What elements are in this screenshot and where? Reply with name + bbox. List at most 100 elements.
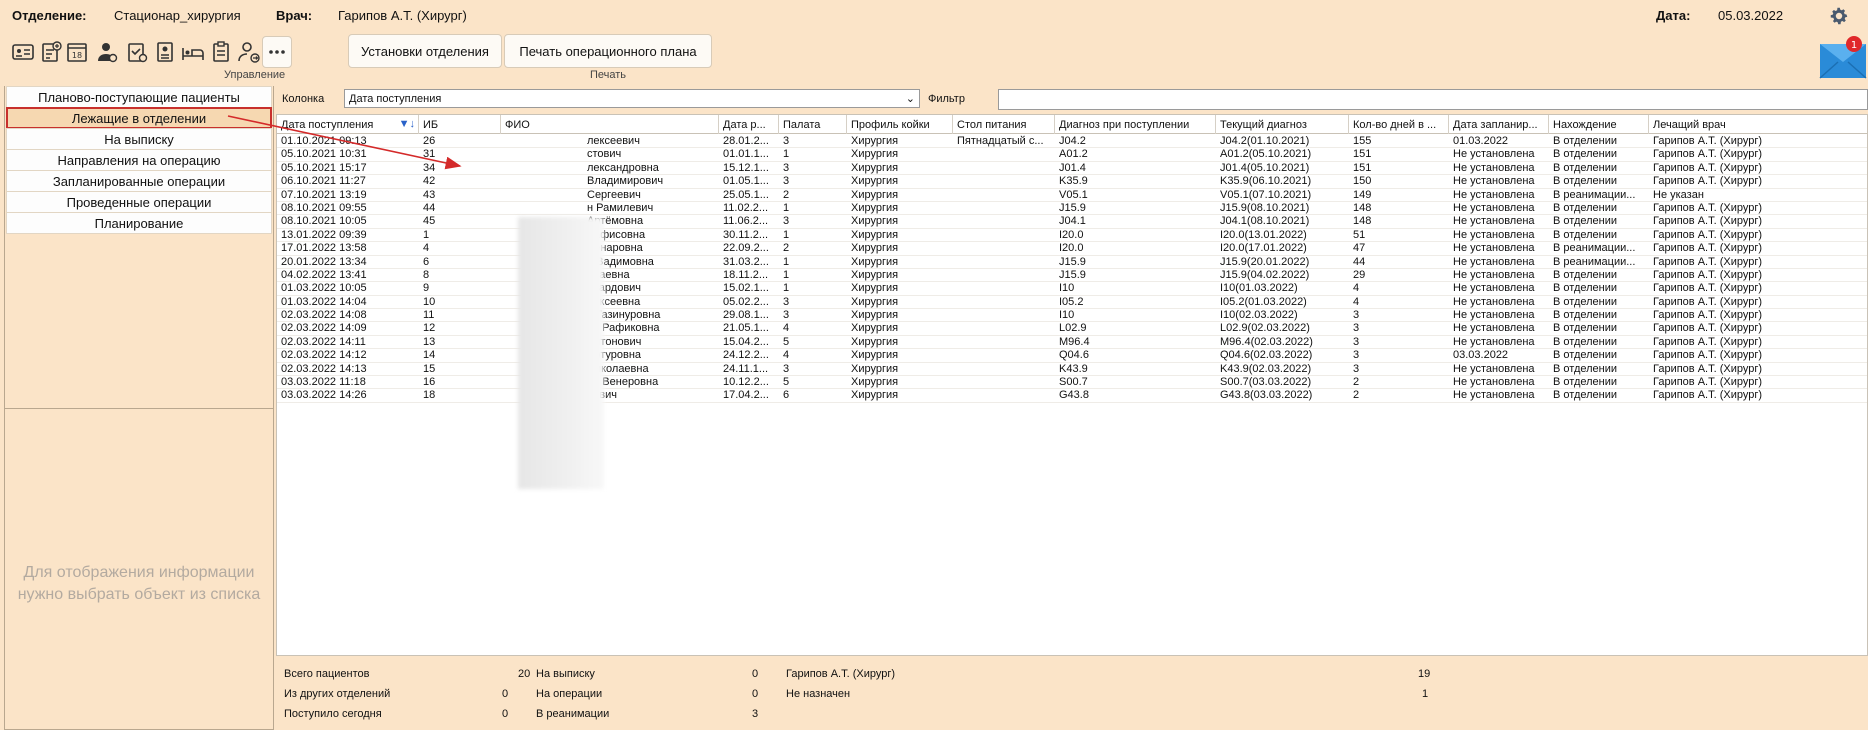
table-cell: 34 [423, 161, 436, 174]
table-cell: 29 [1353, 268, 1366, 281]
nav-item-inpatients[interactable]: Лежащие в отделении [6, 107, 272, 129]
doc1-label: Гарипов А.Т. (Хирург) [786, 668, 896, 680]
header-fio[interactable]: ФИО [501, 115, 719, 134]
table-row[interactable]: 13.01.2022 09:39 1 Рафисовна 30.11.2... 1 Хир… [277, 228, 1867, 243]
table-row[interactable]: 17.01.2022 13:58 4 Ленаровна 22.09.2... 2 Хир… [277, 242, 1867, 256]
table-row[interactable]: 03.03.2022 14:2618еевич17.04.2...6Хирург… [277, 389, 1867, 403]
nav-item-planned-surgeries[interactable]: Запланированные операции [6, 170, 272, 192]
header-birth-date[interactable]: Дата р... [719, 115, 779, 134]
table-cell: Не установлена [1453, 362, 1535, 375]
nav-item-planning[interactable]: Планирование [6, 212, 272, 234]
nav-item-planned-patients[interactable]: Планово-поступающие пациенты [6, 86, 272, 108]
doctor-icon[interactable] [92, 36, 122, 68]
header-current-diagnosis[interactable]: Текущий диагноз [1216, 115, 1349, 134]
nav-item-surgery-referrals[interactable]: Направления на операцию [6, 149, 272, 171]
table-cell: В отделении [1553, 389, 1618, 402]
header-diet[interactable]: Стол питания [953, 115, 1055, 134]
table-cell: 3 [783, 362, 790, 375]
table-row[interactable]: 05.10.2021 10:31 31 стович 01.01.1... 1 Хирур… [277, 148, 1867, 162]
filter-label: Фильтр [928, 93, 965, 105]
header-ward[interactable]: Палата [779, 115, 847, 134]
table-row[interactable]: 02.03.2022 14:13 15 Николаевна 24.11.1... 3 Х… [277, 362, 1867, 377]
table-cell: 2 [783, 242, 790, 255]
mail-badge: 1 [1851, 40, 1857, 51]
nav-item-performed-surgeries[interactable]: Проведенные операции [6, 191, 272, 213]
table-row[interactable]: 02.03.2022 14:08 11 а Газинуровна 29.08.1..… [277, 309, 1867, 323]
table-row[interactable]: 02.03.2022 14:12 14 Артуровна 24.12.2... 4 Хи… [277, 349, 1867, 363]
header-location[interactable]: Нахождение [1549, 115, 1649, 134]
calendar-18-icon[interactable]: 18 [62, 36, 92, 68]
table-row[interactable]: 02.03.2022 14:11 13 Антонович 15.04.2... 5 Хи… [277, 335, 1867, 350]
toolbar: 18 Установки отделения Печать операционн… [0, 32, 1868, 86]
table-cell: 02.03.2022 14:09 [281, 322, 367, 335]
header-days-count[interactable]: Кол-во дней в ... [1349, 115, 1449, 134]
table-cell: Хирургия [851, 242, 899, 255]
mail-icon[interactable]: 1 [1818, 36, 1868, 82]
table-cell: В отделении [1553, 309, 1618, 322]
table-cell: 6 [423, 255, 430, 268]
table-cell: 43 [423, 188, 436, 201]
table-cell: 08.10.2021 09:55 [281, 201, 367, 214]
clipboard-icon[interactable] [206, 36, 236, 68]
doctor-label: Врач: [276, 8, 313, 23]
table-cell: 24.11.1... [723, 362, 769, 375]
filter-input[interactable] [998, 89, 1868, 110]
table-cell: 30.11.2... [723, 228, 769, 241]
header-ib[interactable]: ИБ [419, 115, 501, 134]
header-bed-profile[interactable]: Профиль койки [847, 115, 953, 134]
more-icon[interactable] [262, 36, 292, 68]
table-row[interactable]: 01.10.2021 09:13 26 лексеевич 28.01.2... 3 Хи… [277, 135, 1867, 149]
table-row[interactable]: 01.03.2022 14:04 10 лексеевна 05.02.2... 3 Хи… [277, 295, 1867, 310]
table-cell: Не указан [1653, 188, 1704, 201]
table-cell: лександровна [587, 161, 659, 174]
table-cell: 05.02.2... [723, 295, 769, 308]
nav-item-discharge[interactable]: На выписку [6, 128, 272, 150]
table-cell: 11.06.2... [723, 215, 769, 228]
left-panel: Планово-поступающие пациенты Лежащие в о… [4, 86, 274, 730]
table-cell: M96.4(02.03.2022) [1220, 335, 1313, 348]
table-row[interactable]: 02.03.2022 14:09 12 ия Рафиковна 21.05.1...… [277, 322, 1867, 336]
clipboard-check-icon[interactable] [122, 36, 152, 68]
table-row[interactable]: 08.10.2021 09:55 44 н Рамилевич 11.02.2... 1… [277, 201, 1867, 216]
header-admission-date[interactable]: Дата поступления ▼↓ [277, 115, 419, 134]
header-planned-date[interactable]: Дата запланир... [1449, 115, 1549, 134]
table-row[interactable]: 04.02.2022 13:41 8 олаевна 18.11.2... 1 Хирур… [277, 268, 1867, 283]
table-cell: 02.03.2022 14:11 [281, 335, 366, 348]
table-cell: 3 [783, 295, 790, 308]
doc2-value: 1 [1422, 688, 1429, 700]
table-cell: 4 [1353, 282, 1360, 295]
table-cell: 45 [423, 215, 436, 228]
table-cell: K35.9 [1059, 175, 1088, 188]
table-cell: Гарипов А.Т. (Хирург) [1653, 389, 1763, 402]
department-settings-button[interactable]: Установки отделения [348, 34, 502, 68]
print-operation-plan-button[interactable]: Печать операционного плана [504, 34, 712, 68]
table-row[interactable]: 01.03.2022 10:05 9 дуардович 15.02.1... 1 Хир… [277, 282, 1867, 296]
table-row[interactable]: 07.10.2021 13:19 43 Сергеевич 25.05.1... 2 Хи… [277, 188, 1867, 202]
patients-table: Дата поступления ▼↓ ИБ ФИО Дата р... Пала… [276, 114, 1868, 656]
table-row[interactable]: 20.01.2022 13:34 6 а Вадимовна 31.03.2... 1 Х… [277, 255, 1867, 269]
sort-filter-icon[interactable]: ▼↓ [399, 118, 415, 130]
table-row[interactable]: 06.10.2021 11:27 42 Владимирович 01.05.1...… [277, 175, 1867, 189]
user-arrow-icon[interactable] [234, 36, 264, 68]
gear-icon[interactable] [1828, 5, 1850, 27]
header-attending-doctor[interactable]: Лечащий врач [1649, 115, 1867, 134]
table-cell: A01.2 [1059, 148, 1088, 161]
table-cell: I05.2 [1059, 295, 1084, 308]
column-select[interactable]: Дата поступления ⌄ [344, 89, 920, 108]
table-cell: I10(01.03.2022) [1220, 282, 1298, 295]
id-card-icon[interactable] [8, 36, 38, 68]
doc2-label: Не назначен [786, 688, 851, 700]
table-row[interactable]: 08.10.2021 10:05 45 Артёмовна 11.06.2... 3 Хи… [277, 215, 1867, 229]
table-row[interactable]: 05.10.2021 15:17 34 лександровна 15.12.1...… [277, 161, 1867, 176]
bed-icon[interactable] [178, 36, 208, 68]
table-cell: Хирургия [851, 309, 899, 322]
badge-icon[interactable] [150, 36, 180, 68]
table-row[interactable]: 03.03.2022 11:18 16 ра Венеровна 10.12.2...… [277, 376, 1867, 390]
table-cell: V05.1(07.10.2021) [1220, 188, 1312, 201]
table-cell: K43.9 [1059, 362, 1088, 375]
left-splitter[interactable] [4, 408, 274, 409]
table-cell: 03.03.2022 11:18 [281, 376, 366, 389]
header-admission-diagnosis[interactable]: Диагноз при поступлении [1055, 115, 1216, 134]
chevron-down-icon: ⌄ [905, 93, 915, 105]
table-cell: L02.9(02.03.2022) [1220, 322, 1310, 335]
